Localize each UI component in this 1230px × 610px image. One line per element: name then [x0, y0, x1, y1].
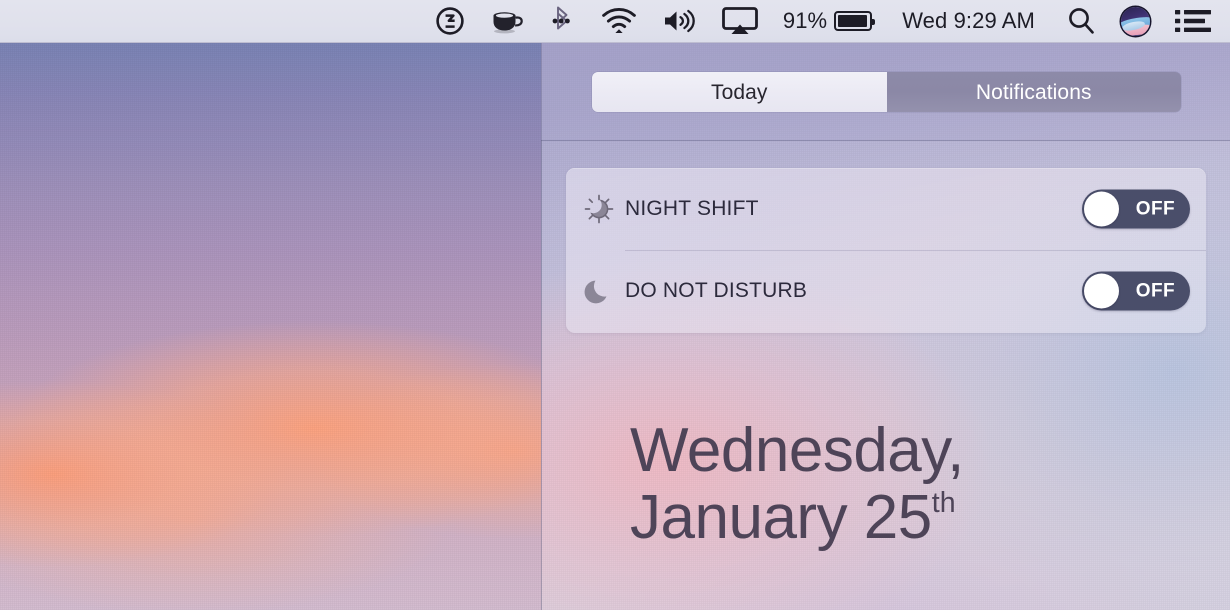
- volume-icon[interactable]: [661, 0, 697, 43]
- do-not-disturb-moon-icon: [582, 274, 616, 308]
- menubar-clock[interactable]: Wed 9:29 AM: [896, 0, 1041, 43]
- date-line-month-day: January 25th: [630, 482, 1200, 552]
- do-not-disturb-toggle-state: OFF: [1135, 280, 1175, 302]
- notification-center-tabbar: Today Notifications: [541, 43, 1230, 140]
- notification-center-panel: Today Notifications NIGHT SHIFT OFF DO N…: [541, 43, 1230, 610]
- desktop-wallpaper[interactable]: [0, 43, 541, 610]
- clock-label: Wed 9:29 AM: [902, 8, 1035, 33]
- segmented-control[interactable]: Today Notifications: [592, 72, 1181, 112]
- today-toggles-widget: NIGHT SHIFT OFF DO NOT DISTURB OFF: [566, 168, 1206, 333]
- battery-status[interactable]: 91%: [782, 0, 876, 43]
- macos-desktop-screen: Today Notifications NIGHT SHIFT OFF DO N…: [0, 0, 1230, 610]
- do-not-disturb-toggle-knob[interactable]: [1084, 273, 1119, 309]
- date-line-weekday: Wednesday,: [630, 416, 964, 485]
- macos-menu-bar: 91% Wed 9:29 AM: [0, 0, 1230, 43]
- date-ordinal-suffix: th: [931, 486, 956, 519]
- night-shift-row[interactable]: NIGHT SHIFT OFF: [566, 168, 1206, 251]
- tab-today[interactable]: Today: [592, 72, 887, 112]
- battery-fill: [838, 15, 868, 27]
- battery-cap: [872, 19, 876, 25]
- night-shift-toggle-state: OFF: [1135, 198, 1175, 220]
- siri-orb: [1121, 6, 1150, 36]
- night-shift-toggle[interactable]: OFF: [1082, 189, 1190, 229]
- airplay-icon[interactable]: [721, 0, 759, 43]
- do-not-disturb-row[interactable]: DO NOT DISTURB OFF: [566, 250, 1206, 332]
- wallpaper-grain: [0, 43, 541, 610]
- night-shift-label: NIGHT SHIFT: [625, 197, 759, 220]
- hidden-bar-icon[interactable]: [435, 0, 465, 43]
- siri-icon[interactable]: [1121, 0, 1150, 43]
- battery-percent-label: 91%: [782, 8, 828, 33]
- night-shift-icon: [582, 192, 616, 226]
- caffeine-cup-icon[interactable]: [489, 0, 523, 43]
- tabbar-divider: [541, 140, 1230, 141]
- search-icon[interactable]: [1065, 0, 1097, 43]
- date-month-day: January 25: [630, 482, 932, 552]
- notification-center-icon[interactable]: [1174, 0, 1212, 43]
- wifi-icon[interactable]: [601, 0, 637, 43]
- tab-notifications[interactable]: Notifications: [886, 72, 1181, 112]
- do-not-disturb-toggle[interactable]: OFF: [1082, 271, 1190, 311]
- night-shift-toggle-knob[interactable]: [1084, 191, 1119, 227]
- do-not-disturb-label: DO NOT DISTURB: [625, 279, 808, 302]
- bluetooth-icon[interactable]: [547, 0, 577, 43]
- battery-icon: [834, 11, 876, 31]
- today-date-heading: Wednesday, January 25th: [630, 416, 1200, 552]
